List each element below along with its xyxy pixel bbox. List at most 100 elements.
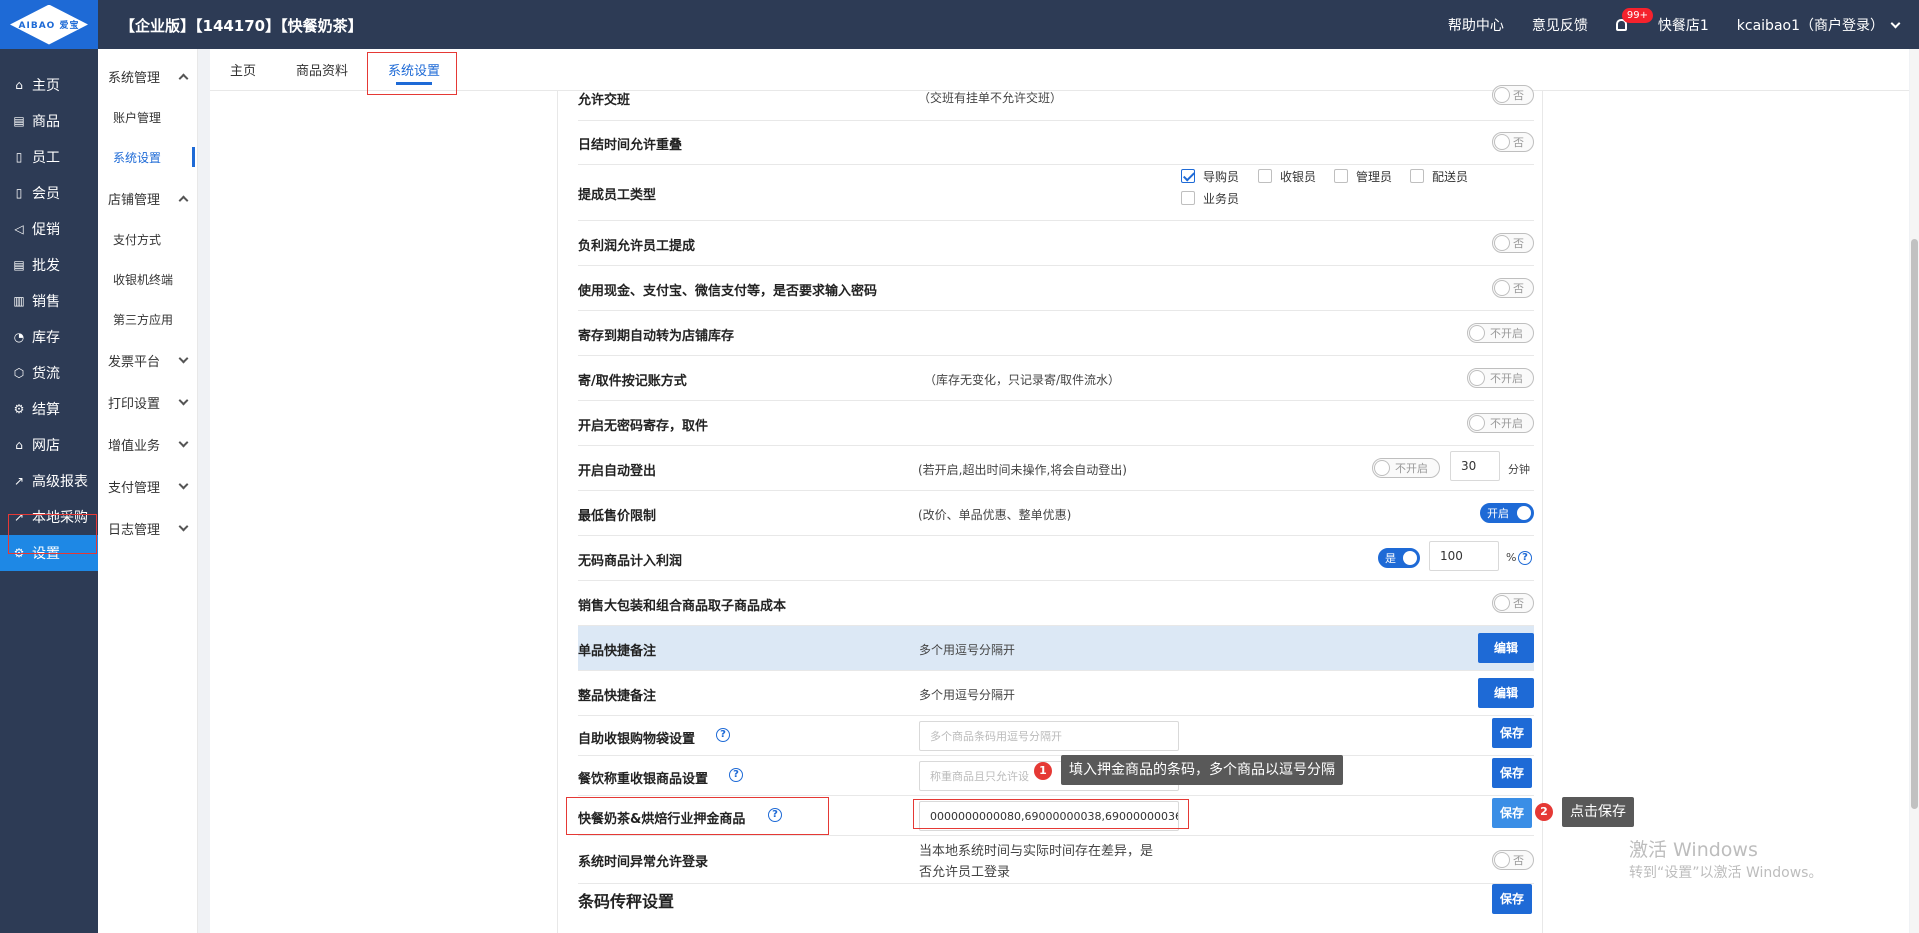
edit-button[interactable]: 编辑 [1478, 678, 1534, 708]
checkbox-delivery[interactable] [1410, 169, 1424, 183]
toggle-switch[interactable]: 否 [1492, 593, 1534, 613]
staff-icon: ▯ [15, 150, 23, 164]
edit-button[interactable]: 编辑 [1478, 633, 1534, 663]
help-icon[interactable]: ? [768, 808, 782, 822]
sidebar-item-logistics[interactable]: ⬡ 货流 [0, 355, 98, 391]
toggle-switch[interactable]: 否 [1492, 278, 1534, 298]
sidebar-item-promotion[interactable]: ◁ 促销 [0, 211, 98, 247]
step-badge-1: 1 [1034, 762, 1052, 780]
chevron-down-icon [178, 437, 189, 447]
sidebar-item-staff[interactable]: ▯ 员工 [0, 139, 98, 175]
step-badge-2: 2 [1535, 803, 1553, 821]
unit-label: % [1506, 551, 1517, 564]
settings-submenu: 系统管理 账户管理 系统设置 店铺管理 支付方式 收银机终端 第三方应用 发票平… [98, 49, 198, 933]
user-menu[interactable]: kcaibao1（商户登录） [1737, 15, 1901, 35]
help-icon[interactable]: ? [729, 768, 743, 782]
profit-percent-input[interactable]: 100 [1429, 541, 1499, 571]
submenu-group-system[interactable]: 系统管理 [98, 55, 197, 97]
checkbox-cashier[interactable] [1258, 169, 1272, 183]
checkbox-guide[interactable] [1181, 169, 1195, 183]
submenu-group-pay-manage[interactable]: 支付管理 [98, 465, 197, 507]
setting-desc: (若开启,超出时间未操作,将会自动登出) [918, 463, 1127, 477]
sidebar-item-settle[interactable]: ⚙ 结算 [0, 391, 98, 427]
sidebar-item-label: 高级报表 [32, 474, 88, 490]
sidebar-item-label: 商品 [32, 114, 60, 130]
submenu-group-value-added[interactable]: 增值业务 [98, 423, 197, 465]
save-button[interactable]: 保存 [1492, 718, 1532, 748]
submenu-group-store[interactable]: 店铺管理 [98, 177, 197, 219]
tab-home[interactable]: 主页 [210, 49, 276, 91]
setting-row-commission-type: 提成员工类型 导购员 收银员 管理员 配送员 业务员 [578, 165, 1534, 221]
notification-bell-icon[interactable]: 99+ [1615, 7, 1653, 33]
logout-minutes-input[interactable]: 30 [1450, 451, 1500, 481]
chevron-down-icon [178, 395, 189, 405]
save-button[interactable]: 保存 [1492, 758, 1532, 788]
toggle-switch[interactable]: 不开启 [1467, 413, 1534, 433]
toggle-switch[interactable]: 否 [1492, 233, 1534, 253]
checkbox-label: 业务员 [1203, 192, 1240, 206]
sidebar-item-purchase[interactable]: ↗ 本地采购 [0, 499, 98, 535]
setting-row-daily-overlap: 日结时间允许重叠 否 [578, 121, 1534, 165]
setting-row-weigh: 餐饮称重收银商品设置 ? 称重商品且只允许设 保存 [578, 756, 1534, 796]
tooltip-step-1: 填入押金商品的条码，多个商品以逗号分隔 [1061, 755, 1343, 785]
setting-desc-line2: 否允许员工登录 [919, 865, 1011, 880]
checkbox-label: 收银员 [1280, 170, 1317, 184]
setting-label: 最低售价限制 [578, 509, 657, 524]
submenu-item-account[interactable]: 账户管理 [98, 97, 197, 137]
top-bar: AIBAO 爱宝 【企业版】【144170】【快餐奶茶】 帮助中心 意见反馈 9… [0, 0, 1919, 49]
save-button[interactable]: 保存 [1492, 884, 1532, 914]
deposit-barcode-input[interactable]: 0000000000080,69000000038,69000000036 [919, 801, 1179, 831]
toggle-switch[interactable]: 不开启 [1467, 368, 1534, 388]
toggle-switch[interactable]: 否 [1492, 850, 1534, 870]
page-scrollbar[interactable] [1910, 49, 1919, 933]
setting-row-deposit-goods: 快餐奶茶&烘焙行业押金商品 ? 0000000000080,6900000003… [578, 796, 1534, 836]
setting-row-barcode-scale: 条码传秤设置 保存 [578, 884, 1534, 933]
windows-watermark-subtitle: 转到“设置”以激活 Windows。 [1629, 865, 1823, 881]
setting-desc: (改价、单品优惠、整单优惠) [918, 508, 1072, 522]
toggle-switch[interactable]: 是 [1378, 548, 1420, 568]
bag-barcode-input[interactable]: 多个商品条码用逗号分隔开 [919, 721, 1179, 751]
scrollbar-thumb[interactable] [1911, 239, 1918, 809]
feedback-link[interactable]: 意见反馈 [1532, 15, 1588, 35]
sidebar-item-inventory[interactable]: ◔ 库存 [0, 319, 98, 355]
toggle-switch[interactable]: 否 [1492, 85, 1534, 105]
submenu-item-settings[interactable]: 系统设置 [98, 137, 197, 177]
save-deposit-button[interactable]: 保存 [1492, 798, 1532, 828]
submenu-item-third-party[interactable]: 第三方应用 [98, 299, 197, 339]
submenu-item-terminal[interactable]: 收银机终端 [98, 259, 197, 299]
submenu-group-invoice[interactable]: 发票平台 [98, 339, 197, 381]
sidebar-item-report[interactable]: ↗ 高级报表 [0, 463, 98, 499]
submenu-item-payment-method[interactable]: 支付方式 [98, 219, 197, 259]
setting-row-abnormal-time: 系统时间异常允许登录 当本地系统时间与实际时间存在差异，是 否允许员工登录 否 [578, 836, 1534, 884]
setting-row-no-barcode: 无码商品计入利润 是 100 % ? [578, 536, 1534, 581]
toggle-switch[interactable]: 否 [1492, 132, 1534, 152]
sidebar-item-shop[interactable]: ⌂ 网店 [0, 427, 98, 463]
setting-row-neg-profit: 负利润允许员工提成 否 [578, 221, 1534, 266]
checkbox-manager[interactable] [1334, 169, 1348, 183]
sidebar-item-member[interactable]: ▯ 会员 [0, 175, 98, 211]
sidebar-item-wholesale[interactable]: ▤ 批发 [0, 247, 98, 283]
tab-system-settings[interactable]: 系统设置 [368, 49, 460, 91]
submenu-group-print[interactable]: 打印设置 [98, 381, 197, 423]
setting-label: 开启无密码寄存，取件 [578, 419, 709, 434]
sidebar-item-product[interactable]: ▤ 商品 [0, 103, 98, 139]
sidebar-item-sales[interactable]: ▥ 销售 [0, 283, 98, 319]
sales-chart-icon: ▥ [13, 294, 25, 308]
gear-icon: ⚙ [13, 546, 25, 560]
toggle-switch[interactable]: 不开启 [1467, 323, 1534, 343]
app-logo[interactable]: AIBAO 爱宝 [0, 0, 98, 49]
store-name[interactable]: 快餐店1 [1658, 15, 1709, 35]
chevron-up-icon [178, 195, 189, 205]
submenu-group-log-manage[interactable]: 日志管理 [98, 507, 197, 549]
setting-row-deposit-mode: 寄/取件按记账方式 （库存无变化，只记录寄/取件流水） 不开启 [578, 356, 1534, 401]
help-icon[interactable]: ? [1518, 551, 1532, 565]
tab-product-info[interactable]: 商品资料 [276, 49, 368, 91]
sidebar-item-settings[interactable]: ⚙ 设置 [0, 535, 98, 571]
toggle-switch[interactable]: 开启 [1480, 503, 1534, 523]
setting-desc: 多个用逗号分隔开 [919, 688, 1016, 702]
sidebar-item-home[interactable]: ⌂ 主页 [0, 67, 98, 103]
toggle-switch[interactable]: 不开启 [1372, 458, 1440, 478]
checkbox-salesman[interactable] [1181, 191, 1195, 205]
help-center-link[interactable]: 帮助中心 [1448, 15, 1504, 35]
help-icon[interactable]: ? [716, 728, 730, 742]
